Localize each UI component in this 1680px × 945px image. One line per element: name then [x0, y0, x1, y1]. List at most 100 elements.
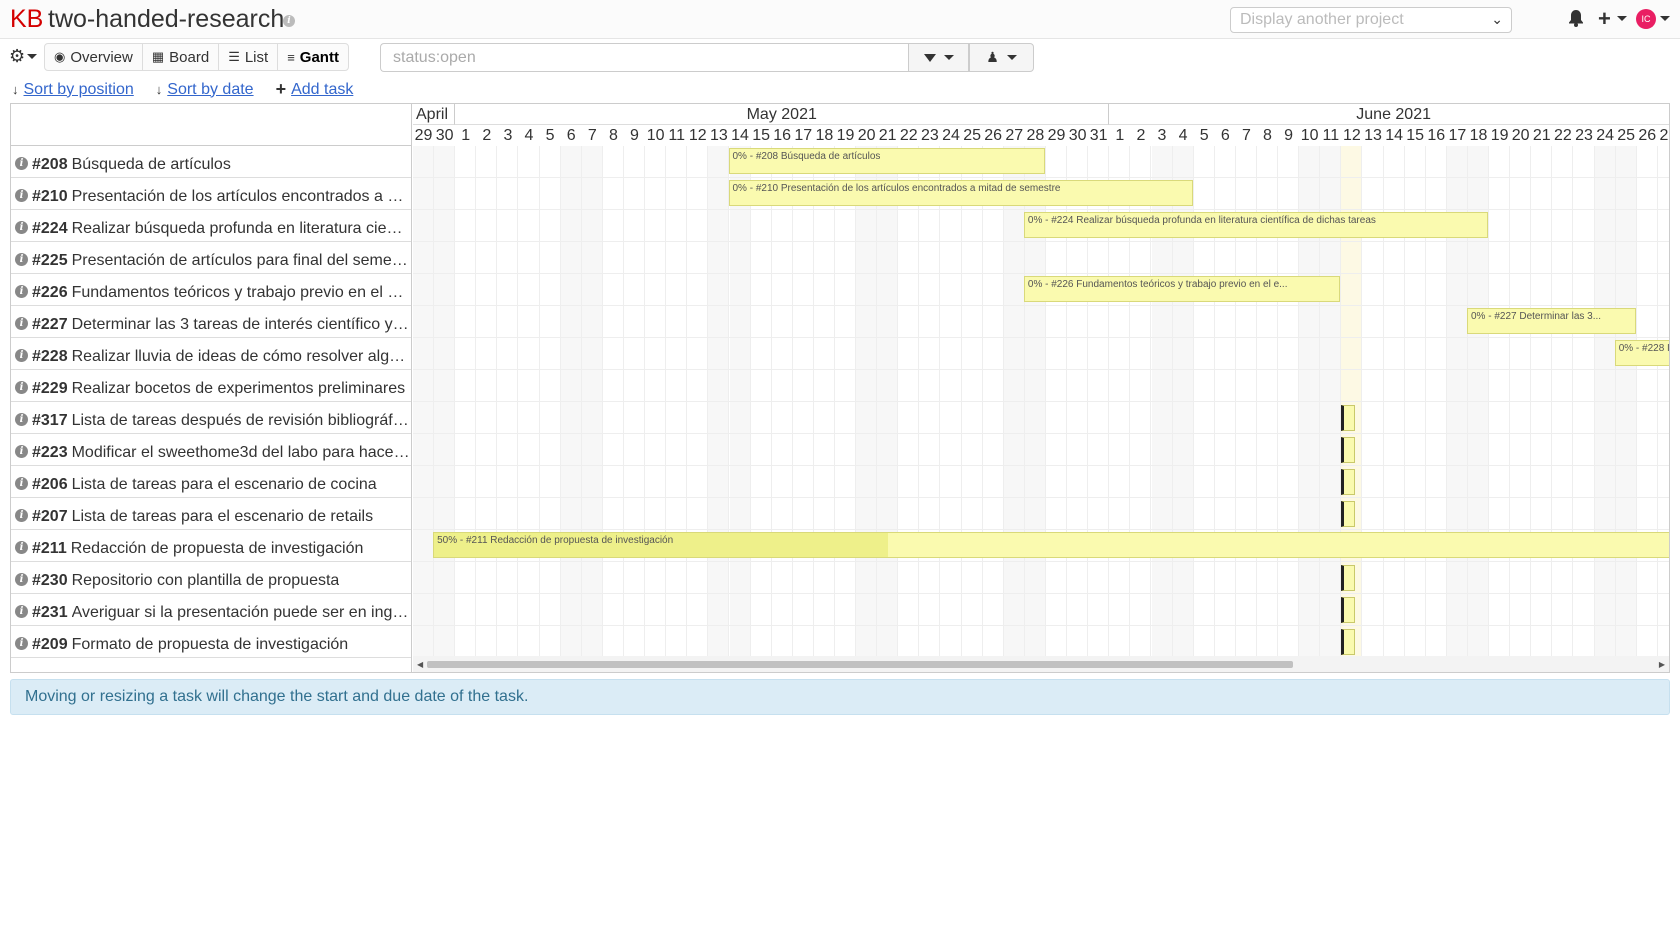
task-bar-marker[interactable]	[1341, 501, 1356, 527]
project-switcher[interactable]: Display another project ⌄	[1230, 7, 1512, 33]
task-title[interactable]: Realizar bocetos de experimentos prelimi…	[72, 380, 406, 398]
view-gantt-button[interactable]: ≡ Gantt	[278, 44, 348, 70]
task-row[interactable]: i #206 Lista de tareas para el escenario d…	[11, 466, 411, 498]
task-id[interactable]: #209	[32, 636, 68, 654]
task-row[interactable]: i #227 Determinar las 3 tareas de interés …	[11, 306, 411, 338]
task-id[interactable]: #228	[32, 348, 68, 366]
scrollbar-thumb[interactable]	[427, 661, 1293, 668]
info-icon[interactable]: i	[15, 253, 28, 266]
gear-icon[interactable]: ⚙	[9, 46, 25, 67]
plus-icon[interactable]: +	[1598, 6, 1611, 32]
task-title[interactable]: Realizar lluvia de ideas de cómo resolve…	[72, 348, 411, 366]
info-icon[interactable]: i	[283, 15, 295, 27]
task-bar-marker[interactable]	[1341, 629, 1356, 655]
task-id[interactable]: #207	[32, 508, 68, 526]
task-bar[interactable]: 0% - #210 Presentación de los artículos …	[728, 180, 1193, 206]
info-icon[interactable]: i	[15, 349, 28, 362]
task-row[interactable]: i #229 Realizar bocetos de experimentos pr…	[11, 370, 411, 402]
task-title[interactable]: Lista de tareas para el escenario de coc…	[72, 476, 377, 494]
task-bar[interactable]: 0% - #224 Realizar búsqueda profunda en …	[1023, 212, 1489, 238]
caret-down-icon[interactable]	[1617, 16, 1627, 21]
task-bar[interactable]: 0% - #227 Determinar las 3...	[1467, 308, 1636, 334]
task-title[interactable]: Averiguar si la presentación puede ser e…	[72, 604, 411, 622]
view-list-button[interactable]: ☰ List	[219, 44, 279, 70]
info-icon[interactable]: i	[15, 413, 28, 426]
task-title[interactable]: Fundamentos teóricos y trabajo previo en…	[72, 284, 411, 302]
info-icon[interactable]: i	[15, 605, 28, 618]
task-title[interactable]: Lista de tareas para el escenario de ret…	[72, 508, 374, 526]
info-icon[interactable]: i	[15, 541, 28, 554]
task-title[interactable]: Lista de tareas después de revisión bibl…	[72, 412, 411, 430]
bell-icon[interactable]	[1568, 9, 1584, 27]
info-icon[interactable]: i	[15, 189, 28, 202]
task-id[interactable]: #208	[32, 156, 68, 174]
task-bar-marker[interactable]	[1341, 469, 1356, 495]
task-row[interactable]: i #209 Formato de propuesta de investigaci…	[11, 626, 411, 658]
task-title[interactable]: Modificar el sweethome3d del labo para h…	[72, 444, 411, 462]
task-id[interactable]: #223	[32, 444, 68, 462]
task-title[interactable]: Realizar búsqueda profunda en literatura…	[72, 220, 411, 238]
scroll-left-arrow-icon[interactable]: ◀	[417, 660, 423, 669]
sort-by-date-link[interactable]: Sort by date	[167, 81, 253, 99]
task-row[interactable]: i #225 Presentación de artículos para fina…	[11, 242, 411, 274]
info-icon[interactable]: i	[15, 573, 28, 586]
caret-down-icon[interactable]	[1660, 16, 1670, 21]
search-input[interactable]: status:open	[380, 43, 908, 72]
scroll-right-arrow-icon[interactable]: ▶	[1659, 660, 1665, 669]
task-bar-marker[interactable]	[1341, 437, 1356, 463]
task-title[interactable]: Presentación de artículos para final del…	[72, 252, 411, 270]
info-icon[interactable]: i	[15, 221, 28, 234]
task-id[interactable]: #206	[32, 476, 68, 494]
task-row[interactable]: i #208 Búsqueda de artículos	[11, 146, 411, 178]
task-bar-marker[interactable]	[1341, 405, 1356, 431]
caret-down-icon[interactable]	[27, 54, 37, 59]
task-bar[interactable]: 50% - #211 Redacción de propuesta de inv…	[433, 532, 1669, 558]
task-bar[interactable]: 0% - #208 Búsqueda de artículos	[728, 148, 1045, 174]
task-bar-marker[interactable]	[1341, 565, 1356, 591]
sort-by-position-link[interactable]: Sort by position	[24, 81, 134, 99]
task-row[interactable]: i #228 Realizar lluvia de ideas de cómo re…	[11, 338, 411, 370]
task-id[interactable]: #231	[32, 604, 68, 622]
info-icon[interactable]: i	[15, 477, 28, 490]
filter-dropdown-button[interactable]	[908, 43, 969, 72]
task-id[interactable]: #317	[32, 412, 68, 430]
task-title[interactable]: Determinar las 3 tareas de interés cient…	[72, 316, 411, 334]
task-id[interactable]: #211	[32, 540, 67, 558]
horizontal-scrollbar[interactable]: ◀ ▶	[413, 656, 1669, 672]
task-id[interactable]: #229	[32, 380, 68, 398]
task-title[interactable]: Búsqueda de artículos	[72, 156, 231, 174]
add-task-link[interactable]: Add task	[291, 81, 353, 99]
task-row[interactable]: i #223 Modificar el sweethome3d del labo p…	[11, 434, 411, 466]
task-row[interactable]: i #226 Fundamentos teóricos y trabajo prev…	[11, 274, 411, 306]
view-overview-button[interactable]: ◉ Overview	[45, 44, 143, 70]
task-row[interactable]: i #211 Redacción de propuesta de investiga…	[11, 530, 411, 562]
kanboard-logo[interactable]: KB	[10, 5, 43, 34]
info-icon[interactable]: i	[15, 509, 28, 522]
task-row[interactable]: i #230 Repositorio con plantilla de propue…	[11, 562, 411, 594]
task-row[interactable]: i #231 Averiguar si la presentación puede …	[11, 594, 411, 626]
task-id[interactable]: #224	[32, 220, 68, 238]
task-bar[interactable]: 0% - #228 I	[1614, 340, 1669, 366]
task-title[interactable]: Presentación de los artículos encontrado…	[72, 188, 411, 206]
task-id[interactable]: #227	[32, 316, 68, 334]
task-id[interactable]: #210	[32, 188, 68, 206]
task-title[interactable]: Redacción de propuesta de investigación	[71, 540, 364, 558]
view-board-button[interactable]: ▦ Board	[143, 44, 220, 70]
avatar[interactable]: IC	[1636, 9, 1656, 29]
task-row[interactable]: i #207 Lista de tareas para el escenario d…	[11, 498, 411, 530]
user-filter-button[interactable]: ♟	[969, 43, 1034, 72]
task-id[interactable]: #225	[32, 252, 68, 270]
info-icon[interactable]: i	[15, 317, 28, 330]
info-icon[interactable]: i	[15, 445, 28, 458]
task-row[interactable]: i #210 Presentación de los artículos encon…	[11, 178, 411, 210]
info-icon[interactable]: i	[15, 637, 28, 650]
task-id[interactable]: #230	[32, 572, 68, 590]
task-bar-marker[interactable]	[1341, 597, 1356, 623]
task-bar[interactable]: 0% - #226 Fundamentos teóricos y trabajo…	[1023, 276, 1341, 302]
task-row[interactable]: i #317 Lista de tareas después de revisión…	[11, 402, 411, 434]
info-icon[interactable]: i	[15, 381, 28, 394]
task-title[interactable]: Formato de propuesta de investigación	[72, 636, 349, 654]
info-icon[interactable]: i	[15, 157, 28, 170]
info-icon[interactable]: i	[15, 285, 28, 298]
task-title[interactable]: Repositorio con plantilla de propuesta	[72, 572, 340, 590]
